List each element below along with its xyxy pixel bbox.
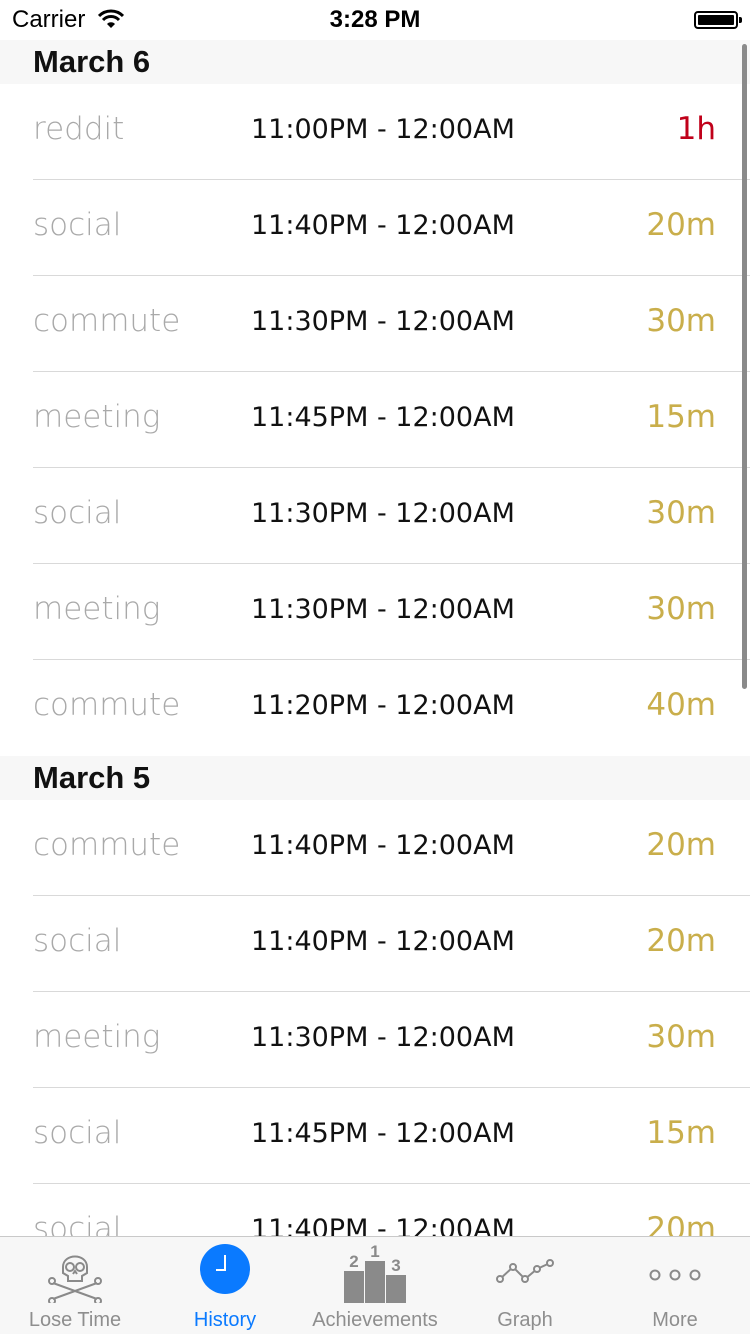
activity-name: social (33, 1211, 122, 1236)
duration: 1h (676, 111, 716, 147)
more-dots-icon (647, 1243, 703, 1307)
section-header: March 6 (0, 40, 750, 84)
history-row[interactable]: commute 11:20PM - 12:00AM 40m (33, 660, 750, 756)
tab-label: Lose Time (28, 1309, 122, 1331)
section-header: March 5 (0, 756, 750, 800)
podium-icon: 213 (340, 1242, 410, 1307)
activity-name: social (33, 1115, 122, 1151)
history-row[interactable]: meeting 11:30PM - 12:00AM 30m (33, 564, 750, 660)
activity-name: commute (33, 827, 181, 863)
history-row[interactable]: meeting 11:30PM - 12:00AM 30m (33, 992, 750, 1088)
time-range: 11:40PM - 12:00AM (251, 830, 515, 861)
history-row[interactable]: commute 11:30PM - 12:00AM 30m (33, 276, 750, 372)
tab-label: History (193, 1309, 257, 1331)
time-range: 11:40PM - 12:00AM (251, 1214, 515, 1236)
history-row[interactable]: social 11:40PM - 12:00AM 20m (33, 180, 750, 276)
activity-name: commute (33, 687, 181, 723)
duration: 20m (646, 1211, 716, 1236)
tab-achievements[interactable]: 2 1 3 Achievements (300, 1237, 450, 1334)
svg-text:1: 1 (370, 1243, 379, 1261)
activity-name: meeting (33, 1019, 161, 1055)
time-range: 11:30PM - 12:00AM (251, 1022, 515, 1053)
history-row[interactable]: commute 11:40PM - 12:00AM 20m (33, 800, 750, 896)
tab-more[interactable]: More (600, 1237, 750, 1334)
svg-text:2: 2 (349, 1252, 358, 1271)
duration: 15m (646, 1115, 716, 1151)
history-list[interactable]: March 6 reddit 11:00PM - 12:00AM 1h social 11… (0, 40, 750, 1236)
history-row[interactable]: social 11:40PM - 12:00AM 20m (33, 1184, 750, 1236)
duration: 20m (646, 207, 716, 243)
time-range: 11:45PM - 12:00AM (251, 402, 515, 433)
history-row[interactable]: social 11:40PM - 12:00AM 20m (33, 896, 750, 992)
duration: 20m (646, 923, 716, 959)
history-row[interactable]: reddit 11:00PM - 12:00AM 1h (33, 84, 750, 180)
activity-name: reddit (33, 111, 125, 147)
activity-name: commute (33, 303, 181, 339)
activity-name: meeting (33, 399, 161, 435)
clock-icon (199, 1243, 251, 1299)
duration: 40m (646, 687, 716, 723)
activity-name: social (33, 495, 122, 531)
tab-label: Achievements (312, 1309, 438, 1331)
scroll-indicator[interactable] (742, 44, 747, 689)
tab-bar: Lose Time History 2 1 3 Achievements Graph More (0, 1236, 750, 1334)
time-range: 11:00PM - 12:00AM (251, 114, 515, 145)
skull-crossbones-icon (47, 1243, 103, 1307)
battery-icon (694, 11, 742, 29)
duration: 30m (646, 1019, 716, 1055)
status-time: 3:28 PM (329, 6, 421, 33)
history-row[interactable]: social 11:45PM - 12:00AM 15m (33, 1088, 750, 1184)
time-range: 11:40PM - 12:00AM (251, 926, 515, 957)
section-date: March 6 (33, 44, 151, 79)
time-range: 11:45PM - 12:00AM (251, 1118, 515, 1149)
time-range: 11:40PM - 12:00AM (251, 210, 515, 241)
time-range: 11:30PM - 12:00AM (251, 594, 515, 625)
activity-name: meeting (33, 591, 161, 627)
svg-text:3: 3 (391, 1256, 400, 1275)
tab-graph[interactable]: Graph (450, 1237, 600, 1334)
tab-history[interactable]: History (150, 1237, 300, 1334)
status-bar: Carrier 3:28 PM (0, 0, 750, 40)
duration: 30m (646, 495, 716, 531)
duration: 30m (646, 303, 716, 339)
tab-lose-time[interactable]: Lose Time (0, 1237, 150, 1334)
time-range: 11:30PM - 12:00AM (251, 498, 515, 529)
history-row[interactable]: meeting 11:45PM - 12:00AM 15m (33, 372, 750, 468)
activity-name: social (33, 923, 122, 959)
duration: 15m (646, 399, 716, 435)
history-row[interactable]: social 11:30PM - 12:00AM 30m (33, 468, 750, 564)
activity-name: social (33, 207, 122, 243)
line-graph-icon (495, 1243, 555, 1307)
tab-label: Graph (497, 1309, 553, 1331)
tab-label: More (652, 1309, 698, 1331)
section-date: March 5 (33, 760, 151, 795)
duration: 30m (646, 591, 716, 627)
time-range: 11:30PM - 12:00AM (251, 306, 515, 337)
time-range: 11:20PM - 12:00AM (251, 690, 515, 721)
duration: 20m (646, 827, 716, 863)
